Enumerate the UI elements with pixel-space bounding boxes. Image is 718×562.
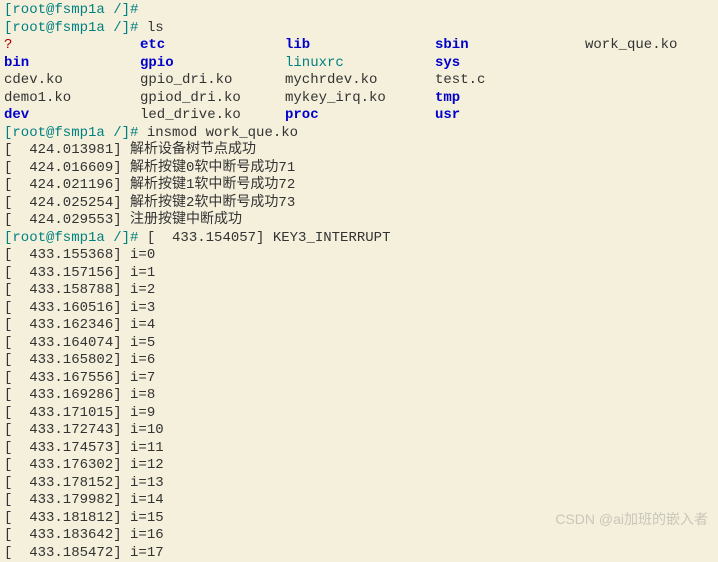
ls-item — [585, 72, 714, 90]
ls-item: demo1.ko — [4, 90, 140, 108]
ls-item: bin — [4, 55, 140, 73]
kmsg-line: [ 433.165802] i=6 — [4, 352, 714, 370]
kmsg-line: [ 433.181812] i=15 — [4, 510, 714, 528]
kmsg-line: [ 433.172743] i=10 — [4, 422, 714, 440]
ls-item — [585, 55, 714, 73]
ls-item: mychrdev.ko — [285, 72, 435, 90]
kmsg-line: [ 433.154057] KEY3_INTERRUPT — [147, 230, 391, 246]
ls-item — [585, 90, 714, 108]
kmsg-line: [ 433.155368] i=0 — [4, 247, 714, 265]
shell-prompt: [root@fsmp1a /]# — [4, 125, 147, 141]
ls-item — [585, 107, 714, 125]
ls-item: gpio — [140, 55, 285, 73]
kmsg-line: [ 433.185472] i=17 — [4, 545, 714, 562]
kmsg-line: [ 433.164074] i=5 — [4, 335, 714, 353]
kmsg-line: [ 424.013981] 解析设备树节点成功 — [4, 142, 714, 160]
ls-item: tmp — [435, 90, 585, 108]
ls-item: proc — [285, 107, 435, 125]
command-text: insmod work_que.ko — [147, 125, 298, 141]
kmsg-line: [ 433.160516] i=3 — [4, 300, 714, 318]
shell-prompt: [root@fsmp1a /]# — [4, 20, 147, 36]
kmsg-line: [ 433.176302] i=12 — [4, 457, 714, 475]
ls-item: led_drive.ko — [140, 107, 285, 125]
ls-item: sbin — [435, 37, 585, 55]
kmsg-line: [ 433.157156] i=1 — [4, 265, 714, 283]
ls-item: cdev.ko — [4, 72, 140, 90]
kmsg-line: [ 424.016609] 解析按键0软中断号成功71 — [4, 160, 714, 178]
kmsg-line: [ 433.169286] i=8 — [4, 387, 714, 405]
kmsg-line: [ 433.178152] i=13 — [4, 475, 714, 493]
kmsg-line: [ 424.021196] 解析按键1软中断号成功72 — [4, 177, 714, 195]
kmsg-line: [ 433.167556] i=7 — [4, 370, 714, 388]
ls-item: etc — [140, 37, 285, 55]
ls-item: usr — [435, 107, 585, 125]
kmsg-line: [ 424.029553] 注册按键中断成功 — [4, 212, 714, 230]
ls-item: dev — [4, 107, 140, 125]
ls-item: gpiod_dri.ko — [140, 90, 285, 108]
ls-item: gpio_dri.ko — [140, 72, 285, 90]
kmsg-line: [ 433.174573] i=11 — [4, 440, 714, 458]
shell-prompt: [root@fsmp1a /]# — [4, 230, 147, 246]
ls-item: sys — [435, 55, 585, 73]
command-text: ls — [147, 20, 164, 36]
ls-output: ? etc lib sbin work_que.ko bin gpio linu… — [4, 37, 714, 125]
kmsg-line: [ 433.162346] i=4 — [4, 317, 714, 335]
ls-item: work_que.ko — [585, 37, 714, 55]
ls-item: linuxrc — [285, 55, 435, 73]
ls-item: mykey_irq.ko — [285, 90, 435, 108]
shell-prompt: [root@fsmp1a /]# — [4, 2, 138, 18]
ls-item: ? — [4, 37, 140, 55]
kmsg-line: [ 433.158788] i=2 — [4, 282, 714, 300]
kmsg-line: [ 433.179982] i=14 — [4, 492, 714, 510]
terminal-output[interactable]: [root@fsmp1a /]# [root@fsmp1a /]# ls ? e… — [4, 2, 714, 562]
ls-item: lib — [285, 37, 435, 55]
ls-item: test.c — [435, 72, 585, 90]
kmsg-line: [ 433.171015] i=9 — [4, 405, 714, 423]
kmsg-line: [ 424.025254] 解析按键2软中断号成功73 — [4, 195, 714, 213]
